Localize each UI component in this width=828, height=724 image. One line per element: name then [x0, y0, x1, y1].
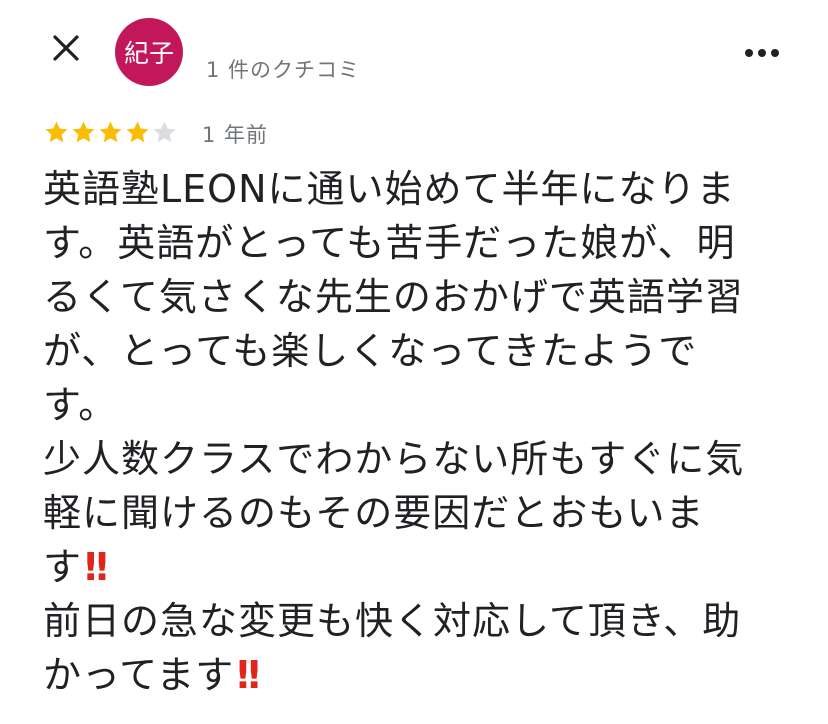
more-vert-icon	[744, 43, 780, 62]
star-rating	[43, 116, 178, 148]
review-line-text: す。	[43, 383, 118, 427]
close-button[interactable]	[46, 30, 86, 70]
star-filled-icon	[43, 119, 70, 146]
review-line: す!!	[43, 540, 803, 594]
review-line: す。英語がとっても苦手だった娘が、明	[43, 216, 803, 270]
double-exclamation-icon: !!	[234, 653, 263, 697]
double-exclamation-icon: !!	[82, 545, 111, 589]
review-line: が、とっても楽しくなってきたようで	[43, 324, 803, 378]
review-line-text: す	[43, 545, 83, 589]
review-line-text: が、とっても楽しくなってきたようで	[43, 329, 698, 373]
review-text: 英語塾LEONに通い始めて半年になりま す。英語がとっても苦手だった娘が、明 るくて…	[43, 162, 803, 702]
star-filled-icon	[124, 119, 151, 146]
review-line-text: 前日の急な変更も快く対応して頂き、助	[43, 599, 742, 643]
review-date: 1 年前	[202, 123, 269, 147]
more-options-button[interactable]	[738, 32, 786, 72]
review-count: 1 件のクチコミ	[206, 58, 361, 82]
close-icon	[51, 33, 81, 67]
review-line: 軽に聞けるのもその要因だとおもいま	[43, 486, 803, 540]
star-filled-icon	[97, 119, 124, 146]
review-line-text: 英語塾LEONに通い始めて半年になりま	[43, 167, 736, 211]
review-line-text: るくて気さくな先生のおかげで英語学習	[43, 275, 744, 319]
review-line: かってます!!	[43, 648, 803, 702]
review-line-text: かってます	[43, 653, 235, 697]
review-line: るくて気さくな先生のおかげで英語学習	[43, 270, 803, 324]
review-line-text: す。英語がとっても苦手だった娘が、明	[43, 221, 736, 265]
review-line-text: 少人数クラスでわからない所もすぐに気	[43, 437, 745, 481]
star-filled-icon	[70, 119, 97, 146]
avatar[interactable]: 紀子	[115, 18, 183, 86]
review-line: 少人数クラスでわからない所もすぐに気	[43, 432, 803, 486]
review-line-text: 軽に聞けるのもその要因だとおもいま	[43, 491, 705, 535]
star-empty-icon	[151, 119, 178, 146]
review-line: す。	[43, 378, 803, 432]
review-line: 前日の急な変更も快く対応して頂き、助	[43, 594, 803, 648]
review-line: 英語塾LEONに通い始めて半年になりま	[43, 162, 803, 216]
